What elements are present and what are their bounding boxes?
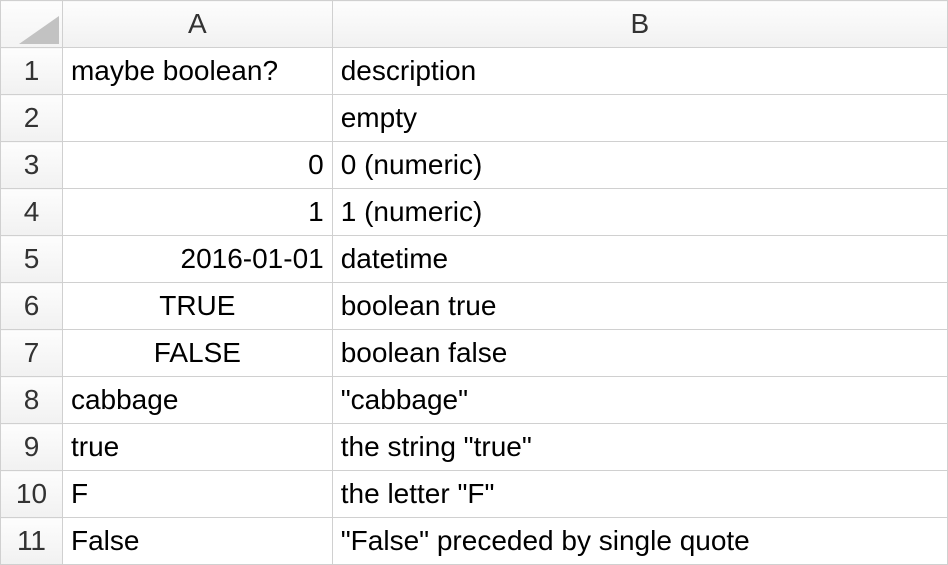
table-row: 8 cabbage "cabbage" bbox=[1, 377, 948, 424]
cell-a2[interactable] bbox=[62, 95, 332, 142]
cell-b11[interactable]: "False" preceded by single quote bbox=[332, 518, 947, 565]
table-row: 6 TRUE boolean true bbox=[1, 283, 948, 330]
table-row: 7 FALSE boolean false bbox=[1, 330, 948, 377]
select-all-corner[interactable] bbox=[1, 1, 63, 48]
table-row: 3 0 0 (numeric) bbox=[1, 142, 948, 189]
cell-a1[interactable]: maybe boolean? bbox=[62, 48, 332, 95]
cell-a7[interactable]: FALSE bbox=[62, 330, 332, 377]
row-header[interactable]: 3 bbox=[1, 142, 63, 189]
cell-b3[interactable]: 0 (numeric) bbox=[332, 142, 947, 189]
row-header[interactable]: 11 bbox=[1, 518, 63, 565]
cell-a4[interactable]: 1 bbox=[62, 189, 332, 236]
cell-a10[interactable]: F bbox=[62, 471, 332, 518]
table-row: 11 False "False" preceded by single quot… bbox=[1, 518, 948, 565]
row-header[interactable]: 1 bbox=[1, 48, 63, 95]
column-header-b[interactable]: B bbox=[332, 1, 947, 48]
table-row: 10 F the letter "F" bbox=[1, 471, 948, 518]
cell-a5[interactable]: 2016-01-01 bbox=[62, 236, 332, 283]
row-header[interactable]: 8 bbox=[1, 377, 63, 424]
row-header[interactable]: 5 bbox=[1, 236, 63, 283]
row-header[interactable]: 9 bbox=[1, 424, 63, 471]
cell-b8[interactable]: "cabbage" bbox=[332, 377, 947, 424]
row-header[interactable]: 7 bbox=[1, 330, 63, 377]
column-header-row: A B bbox=[1, 1, 948, 48]
cell-b6[interactable]: boolean true bbox=[332, 283, 947, 330]
table-row: 4 1 1 (numeric) bbox=[1, 189, 948, 236]
row-header[interactable]: 4 bbox=[1, 189, 63, 236]
cell-b7[interactable]: boolean false bbox=[332, 330, 947, 377]
cell-b9[interactable]: the string "true" bbox=[332, 424, 947, 471]
table-row: 1 maybe boolean? description bbox=[1, 48, 948, 95]
column-header-a[interactable]: A bbox=[62, 1, 332, 48]
spreadsheet: A B 1 maybe boolean? description 2 empty… bbox=[0, 0, 948, 565]
table-row: 9 true the string "true" bbox=[1, 424, 948, 471]
cell-b5[interactable]: datetime bbox=[332, 236, 947, 283]
cell-a9[interactable]: true bbox=[62, 424, 332, 471]
cell-b2[interactable]: empty bbox=[332, 95, 947, 142]
table-row: 2 empty bbox=[1, 95, 948, 142]
row-header[interactable]: 2 bbox=[1, 95, 63, 142]
cell-a8[interactable]: cabbage bbox=[62, 377, 332, 424]
table-row: 5 2016-01-01 datetime bbox=[1, 236, 948, 283]
cell-b1[interactable]: description bbox=[332, 48, 947, 95]
row-header[interactable]: 10 bbox=[1, 471, 63, 518]
cell-a6[interactable]: TRUE bbox=[62, 283, 332, 330]
cell-b4[interactable]: 1 (numeric) bbox=[332, 189, 947, 236]
cell-a11[interactable]: False bbox=[62, 518, 332, 565]
row-header[interactable]: 6 bbox=[1, 283, 63, 330]
cell-b10[interactable]: the letter "F" bbox=[332, 471, 947, 518]
cell-a3[interactable]: 0 bbox=[62, 142, 332, 189]
